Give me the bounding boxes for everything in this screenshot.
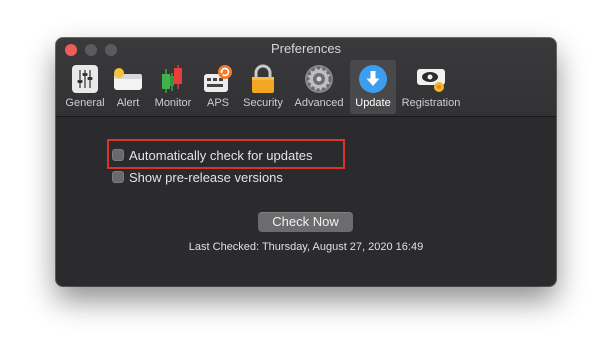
- tab-aps-label: APS: [206, 97, 229, 109]
- sliders-icon: [69, 63, 101, 95]
- padlock-icon: [247, 63, 279, 95]
- prerelease-checkbox[interactable]: [112, 171, 124, 183]
- tab-registration[interactable]: Registration: [398, 60, 464, 114]
- keyboard-refresh-icon: [202, 63, 234, 95]
- check-now-button[interactable]: Check Now: [258, 212, 353, 232]
- update-pane: Automatically check for updates Show pre…: [56, 117, 556, 286]
- tab-security-label: Security: [243, 97, 283, 109]
- window-title: Preferences: [270, 41, 342, 56]
- tab-update-label: Update: [355, 97, 391, 109]
- tab-advanced[interactable]: Advanced: [290, 60, 348, 114]
- tab-aps[interactable]: APS: [200, 60, 236, 114]
- title-bar: Preferences General Alert Monitor APS Se…: [56, 38, 556, 117]
- tab-update[interactable]: Update: [350, 60, 396, 114]
- tab-registration-label: Registration: [401, 97, 461, 109]
- registration-eye-icon: [415, 63, 447, 95]
- gear-icon: [303, 63, 335, 95]
- tab-alert-label: Alert: [116, 97, 140, 109]
- preferences-window: Preferences General Alert Monitor APS Se…: [56, 38, 556, 286]
- tab-alert[interactable]: Alert: [112, 60, 144, 114]
- tab-monitor[interactable]: Monitor: [148, 60, 198, 114]
- annotation-highlight-box: [107, 139, 345, 169]
- tab-general-label: General: [65, 97, 105, 109]
- tab-security[interactable]: Security: [238, 60, 288, 114]
- candlestick-chart-icon: [157, 63, 189, 95]
- download-arrow-icon: [357, 63, 389, 95]
- tab-monitor-label: Monitor: [154, 97, 192, 109]
- prerelease-row[interactable]: Show pre-release versions: [112, 167, 283, 187]
- tab-general[interactable]: General: [60, 60, 110, 114]
- prerelease-label[interactable]: Show pre-release versions: [129, 170, 283, 185]
- last-checked-text: Last Checked: Thursday, August 27, 2020 …: [188, 241, 424, 253]
- alert-banner-icon: [112, 63, 144, 95]
- tab-advanced-label: Advanced: [294, 97, 344, 109]
